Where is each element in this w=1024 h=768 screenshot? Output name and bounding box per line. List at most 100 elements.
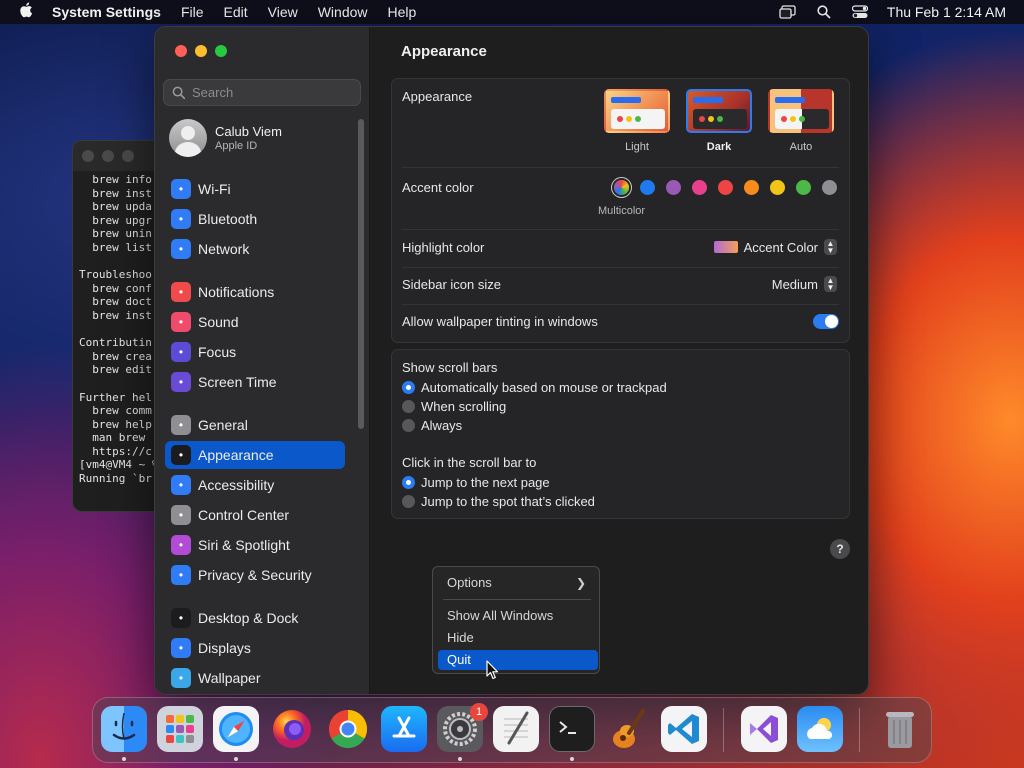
- sidebar-item-label: Sound: [198, 314, 239, 330]
- theme-label-dark: Dark: [706, 141, 732, 153]
- sidebar-icon-size-popup[interactable]: Medium ▲ ▼: [772, 276, 837, 292]
- sidebar-item-accessibility[interactable]: • Accessibility: [165, 471, 345, 499]
- appearance-icon: •: [171, 445, 191, 465]
- context-menu-show-all-windows[interactable]: Show All Windows: [438, 606, 598, 626]
- accent-color-swatch[interactable]: [614, 180, 629, 195]
- control-center-icon[interactable]: [851, 3, 869, 21]
- theme-option-dark[interactable]: Dark: [684, 89, 754, 153]
- wallpaper-tinting-toggle[interactable]: [813, 314, 839, 329]
- sidebar-item-wi-fi[interactable]: • Wi-Fi: [165, 175, 345, 203]
- dock-firefox-icon[interactable]: [269, 706, 315, 752]
- sidebar-item-displays[interactable]: • Displays: [165, 634, 345, 662]
- show-scroll-bars-label: Show scroll bars: [402, 360, 498, 375]
- apple-menu-icon[interactable]: [12, 2, 40, 23]
- context-menu-quit[interactable]: Quit: [438, 650, 598, 670]
- terminal-minimize-button[interactable]: [102, 150, 114, 162]
- sidebar-item-label: Accessibility: [198, 477, 275, 493]
- sidebar-item-appearance[interactable]: • Appearance: [165, 441, 345, 469]
- dock-weather-icon[interactable]: [797, 706, 843, 752]
- context-menu-hide[interactable]: Hide: [438, 628, 598, 648]
- minimize-button[interactable]: [195, 45, 207, 57]
- running-indicator: [234, 757, 238, 761]
- dock-app-store-icon[interactable]: [381, 706, 427, 752]
- dock-launchpad-icon[interactable]: [157, 706, 203, 752]
- menu-window[interactable]: Window: [318, 4, 368, 20]
- gear-icon: •: [171, 415, 191, 435]
- sidebar-item-screen-time[interactable]: • Screen Time: [165, 368, 345, 396]
- accessibility-icon: •: [171, 475, 191, 495]
- accent-color-swatch[interactable]: [822, 180, 837, 195]
- sidebar-item-label: Wallpaper: [198, 670, 261, 686]
- menu-clock[interactable]: Thu Feb 1 2:14 AM: [887, 4, 1006, 20]
- sidebar-item-notifications[interactable]: • Notifications: [165, 278, 345, 306]
- desktop-icon: •: [171, 608, 191, 628]
- mouse-cursor-icon: [486, 660, 499, 680]
- terminal-close-button[interactable]: [82, 150, 94, 162]
- context-menu-options[interactable]: Options ❯: [438, 573, 598, 593]
- highlight-color-popup[interactable]: Accent Color ▲ ▼: [713, 239, 837, 255]
- accent-color-swatch[interactable]: [718, 180, 733, 195]
- sidebar-item-bluetooth[interactable]: • Bluetooth: [165, 205, 345, 233]
- sidebar-item-desktop-dock[interactable]: • Desktop & Dock: [165, 604, 345, 632]
- menu-file[interactable]: File: [181, 4, 204, 20]
- dock-textedit-icon[interactable]: [493, 706, 539, 752]
- accent-color-swatch[interactable]: [770, 180, 785, 195]
- menu-edit[interactable]: Edit: [224, 4, 248, 20]
- accent-color-swatch[interactable]: [796, 180, 811, 195]
- scroll-option-when-scrolling[interactable]: When scrolling: [402, 399, 506, 414]
- sidebar-item-sound[interactable]: • Sound: [165, 308, 345, 336]
- sidebar-scrollbar[interactable]: [358, 119, 364, 429]
- accent-color-swatch[interactable]: [744, 180, 759, 195]
- sidebar-item-label: Network: [198, 241, 250, 257]
- sidebar-item-control-center[interactable]: • Control Center: [165, 501, 345, 529]
- dock-trash-icon[interactable]: [877, 706, 923, 752]
- sidebar-item-network[interactable]: • Network: [165, 235, 345, 263]
- bell-icon: •: [171, 282, 191, 302]
- close-button[interactable]: [175, 45, 187, 57]
- popup-stepper-icon: ▲ ▼: [824, 276, 837, 292]
- page-title: Appearance: [401, 43, 487, 60]
- search-field[interactable]: Search: [163, 79, 361, 106]
- accent-color-swatch[interactable]: [692, 180, 707, 195]
- speaker-icon: •: [171, 312, 191, 332]
- accent-color-swatch[interactable]: [640, 180, 655, 195]
- scroll-option-label: Always: [421, 418, 463, 433]
- control-center-icon: •: [171, 505, 191, 525]
- scroll-option-always[interactable]: Always: [402, 418, 462, 433]
- spotlight-search-icon[interactable]: [815, 3, 833, 21]
- dock-finder-icon[interactable]: [101, 706, 147, 752]
- scroll-option-automatic[interactable]: Automatically based on mouse or trackpad: [402, 380, 667, 395]
- scroll-option-label: Automatically based on mouse or trackpad: [421, 380, 667, 395]
- theme-option-auto[interactable]: Auto: [766, 89, 836, 153]
- sidebar-item-focus[interactable]: • Focus: [165, 338, 345, 366]
- click-option-spot-clicked[interactable]: Jump to the spot that’s clicked: [402, 494, 595, 509]
- sidebar-item-label: Notifications: [198, 284, 275, 300]
- theme-option-light[interactable]: Light: [602, 89, 672, 153]
- wallpaper-icon: •: [171, 668, 191, 688]
- radio-button: [402, 400, 415, 413]
- options-label: Options: [447, 575, 492, 590]
- scroll-option-label: When scrolling: [421, 399, 507, 414]
- dock-chrome-icon[interactable]: [325, 706, 371, 752]
- zoom-button[interactable]: [215, 45, 227, 57]
- dock-garageband-icon[interactable]: [605, 706, 651, 752]
- accent-color-swatch[interactable]: [666, 180, 681, 195]
- menu-app-name[interactable]: System Settings: [52, 4, 161, 20]
- terminal-zoom-button[interactable]: [122, 150, 134, 162]
- dock-vscode-icon[interactable]: [661, 706, 707, 752]
- screen-mirroring-icon[interactable]: [779, 3, 797, 21]
- dock-safari-icon[interactable]: [213, 706, 259, 752]
- dock-visual-studio-icon[interactable]: [741, 706, 787, 752]
- sidebar-item-siri-spotlight[interactable]: • Siri & Spotlight: [165, 531, 345, 559]
- help-button[interactable]: ?: [830, 539, 850, 559]
- sidebar-item-general[interactable]: • General: [165, 411, 345, 439]
- sidebar-item-privacy-security[interactable]: • Privacy & Security: [165, 561, 345, 589]
- dock-terminal-icon[interactable]: [549, 706, 595, 752]
- apple-id-account[interactable]: Calub Viem Apple ID: [169, 119, 282, 157]
- sidebar-item-wallpaper[interactable]: • Wallpaper: [165, 664, 345, 692]
- click-option-next-page[interactable]: Jump to the next page: [402, 475, 550, 490]
- window-controls: [175, 45, 227, 57]
- menu-help[interactable]: Help: [388, 4, 417, 20]
- menu-view[interactable]: View: [268, 4, 298, 20]
- sidebar-icon-size-value: Medium: [771, 276, 818, 292]
